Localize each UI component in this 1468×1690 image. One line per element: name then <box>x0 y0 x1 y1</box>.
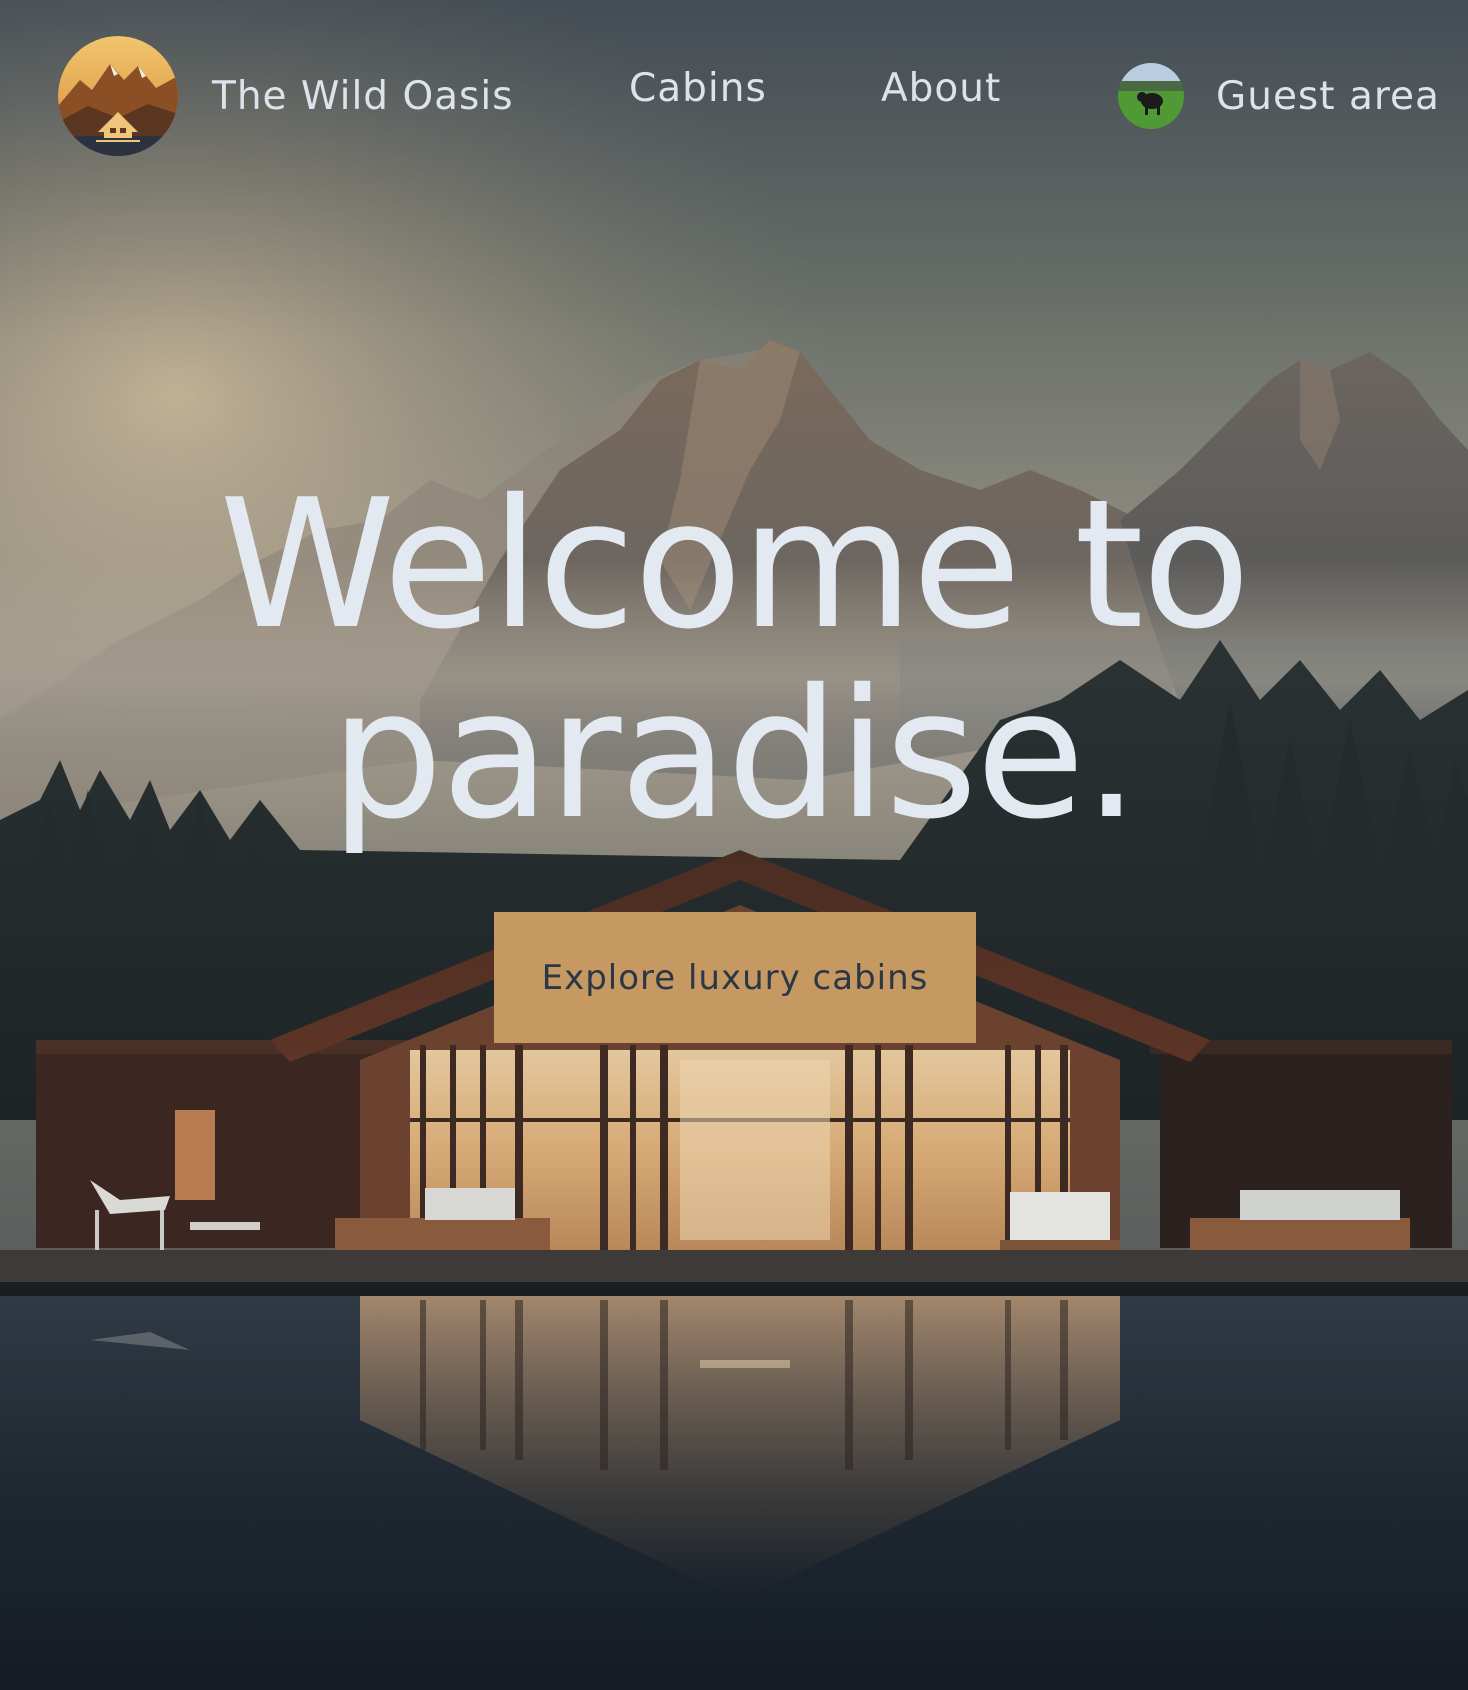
user-avatar-icon <box>1118 63 1184 129</box>
hero-title: Welcome to paradise. <box>219 461 1251 858</box>
site-header: The Wild Oasis Cabins About Guest area <box>0 0 1468 190</box>
nav-guest-area-link[interactable]: Guest area <box>1118 62 1440 130</box>
nav-cabins-link[interactable]: Cabins <box>629 66 767 111</box>
mountain-cabin-logo-icon <box>58 36 178 156</box>
brand-name: The Wild Oasis <box>212 73 514 119</box>
explore-cabins-button[interactable]: Explore luxury cabins <box>494 912 976 1043</box>
brand-logo-link[interactable]: The Wild Oasis <box>58 36 514 156</box>
nav-about-link[interactable]: About <box>881 66 1001 111</box>
page: The Wild Oasis Cabins About Guest area W… <box>0 0 1468 1690</box>
guest-area-label: Guest area <box>1216 73 1440 119</box>
hero-section: Welcome to paradise. Explore luxury cabi… <box>0 461 1468 1043</box>
